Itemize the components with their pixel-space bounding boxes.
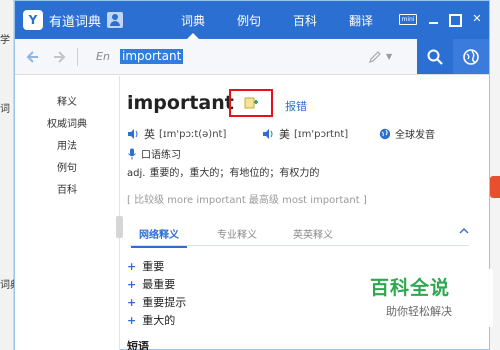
speaker-icon <box>128 129 138 139</box>
oral-practice-link[interactable]: 口语练习 <box>127 146 181 161</box>
headword: important <box>127 92 234 114</box>
tab-web-definitions[interactable]: 网络释义 <box>131 226 187 248</box>
tab-translate[interactable]: 翻译 <box>333 1 389 39</box>
search-button[interactable] <box>417 39 453 74</box>
background-app-edge: 学 词 词典 <box>0 0 14 350</box>
tab-professional-definitions[interactable]: 专业释义 <box>217 226 257 241</box>
mini-mode-button[interactable]: mini <box>399 13 417 25</box>
plus-icon: + <box>127 278 137 291</box>
window-controls: mini ✕ <box>399 13 483 25</box>
add-to-wordbook-icon <box>244 97 258 109</box>
definition-text: 最重要 <box>142 278 176 291</box>
sidebar-collapse-handle[interactable] <box>116 216 123 238</box>
background-fragment: 词 <box>0 104 10 115</box>
global-pronunciation-label: 全球发音 <box>395 130 435 141</box>
microphone-icon <box>128 148 136 159</box>
background-fragment: 词典 <box>0 280 14 291</box>
add-to-wordbook-button[interactable] <box>229 89 273 117</box>
plus-icon: + <box>127 296 137 309</box>
part-of-speech: adj. <box>127 168 146 179</box>
background-fragment: 学 <box>0 35 10 46</box>
sidebar-item-examples[interactable]: 例句 <box>15 158 119 180</box>
web-definition-list: + 重要 + 最重要 + 重要提示 + 重大的 <box>127 258 186 330</box>
chevron-down-icon[interactable]: ▼ <box>386 52 392 61</box>
tab-encyclopedia[interactable]: 百科 <box>277 1 333 39</box>
arrow-right-icon[interactable] <box>49 46 71 68</box>
tab-dictionary[interactable]: 词典 <box>165 1 221 39</box>
app-title: 有道词典 <box>49 14 102 30</box>
search-input[interactable]: important <box>120 46 366 68</box>
us-phonetic: [ɪm'pɔrtnt] <box>294 128 349 140</box>
sidebar-item-authoritative-dictionary[interactable]: 权威词典 <box>15 114 119 136</box>
plus-icon: + <box>127 260 137 273</box>
global-pronunciation-link[interactable]: 全球发音 <box>379 126 435 141</box>
meaning-text: 重要的，重大的；有地位的；有权力的 <box>149 168 320 179</box>
plus-icon: + <box>127 314 137 327</box>
sidebar-item-encyclopedia[interactable]: 百科 <box>15 180 119 202</box>
web-search-button[interactable] <box>453 39 489 74</box>
list-item[interactable]: + 重要提示 <box>127 294 186 312</box>
uk-phonetic: [ɪm'pɔːt(ə)nt] <box>159 128 227 140</box>
us-pronunciation: 美 [ɪm'pɔrtnt] <box>262 126 348 142</box>
us-label: 美 <box>279 128 290 141</box>
close-button[interactable]: ✕ <box>471 13 483 25</box>
background-red-tab <box>490 176 500 198</box>
definition-text: 重要 <box>142 260 165 273</box>
pen-icon[interactable] <box>366 48 384 66</box>
title-bar: Y 有道词典 词典 例句 百科 翻译 mini ✕ <box>15 1 489 39</box>
search-bar: En important ▼ <box>15 39 489 75</box>
basic-meaning: adj. 重要的，重大的；有地位的；有权力的 <box>127 164 319 179</box>
arrow-left-icon[interactable] <box>21 46 43 68</box>
list-item[interactable]: + 重大的 <box>127 312 186 330</box>
definition-subtabs: 网络释义 专业释义 英英释义 <box>129 226 469 248</box>
maximize-button[interactable] <box>449 13 461 25</box>
chevron-up-icon[interactable] <box>459 227 469 238</box>
sidebar: 释义 权威词典 用法 例句 百科 <box>15 76 123 350</box>
list-item[interactable]: + 最重要 <box>127 276 186 294</box>
search-icon <box>427 49 443 65</box>
speaker-icon <box>263 129 273 139</box>
uk-pronunciation: 英 [ɪm'pɔːt(ə)nt] <box>127 126 226 142</box>
separator <box>77 47 78 66</box>
globe-icon <box>379 128 391 139</box>
definition-text: 重大的 <box>142 314 176 327</box>
user-account-icon[interactable] <box>107 12 124 28</box>
main-tabs: 词典 例句 百科 翻译 <box>165 1 389 39</box>
dictionary-window: Y 有道词典 词典 例句 百科 翻译 mini ✕ En important ▼… <box>14 0 493 350</box>
tab-english-definitions[interactable]: 英英释义 <box>293 226 333 241</box>
watermark-title: 百科全说 <box>370 277 451 299</box>
list-item[interactable]: + 重要 <box>127 258 186 276</box>
phrases-heading: 短语 <box>127 340 149 350</box>
search-query-text: important <box>120 49 184 64</box>
word-forms: [ 比较级 more important 最高级 most important … <box>127 195 367 206</box>
tab-examples[interactable]: 例句 <box>221 1 277 39</box>
definition-text: 重要提示 <box>142 296 187 309</box>
globe-icon <box>463 48 479 65</box>
minimize-button[interactable] <box>427 13 439 25</box>
sidebar-item-definitions[interactable]: 释义 <box>15 92 119 114</box>
report-error-link[interactable]: 报错 <box>285 98 307 114</box>
oral-practice-label: 口语练习 <box>141 150 181 161</box>
watermark: 百科全说 助你轻松解决 <box>352 269 493 327</box>
language-selector[interactable]: En <box>96 50 120 63</box>
uk-label: 英 <box>144 128 155 141</box>
watermark-subtitle: 助你轻松解决 <box>386 305 452 318</box>
sidebar-item-usage[interactable]: 用法 <box>15 136 119 158</box>
app-logo-icon: Y <box>23 10 43 30</box>
